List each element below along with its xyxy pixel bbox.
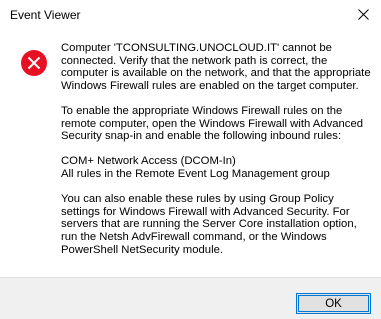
close-button[interactable] [345, 0, 381, 28]
event-viewer-dialog: Event Viewer Computer 'TCONSULTING.UNOCL… [0, 0, 381, 319]
error-icon [21, 50, 47, 76]
ok-button[interactable]: OK [296, 293, 371, 314]
message-paragraph-group-policy: You can also enable these rules by using… [61, 193, 357, 256]
message-paragraph-connection: Computer 'TCONSULTING.UNOCLOUD.IT' canno… [61, 42, 371, 92]
dialog-title: Event Viewer [10, 8, 81, 22]
message-rules: COM+ Network Access (DCOM-In) All rules … [61, 155, 373, 180]
title-bar: Event Viewer [0, 0, 381, 32]
rule-item: COM+ Network Access (DCOM-In) [61, 155, 236, 168]
message-paragraph-firewall: To enable the appropriate Windows Firewa… [61, 104, 364, 143]
close-icon [357, 8, 369, 20]
error-message: Computer 'TCONSULTING.UNOCLOUD.IT' canno… [61, 42, 373, 256]
rule-item: All rules in the Remote Event Log Manage… [61, 167, 330, 180]
dialog-footer: OK [0, 277, 381, 319]
dialog-content: Computer 'TCONSULTING.UNOCLOUD.IT' canno… [0, 32, 381, 277]
